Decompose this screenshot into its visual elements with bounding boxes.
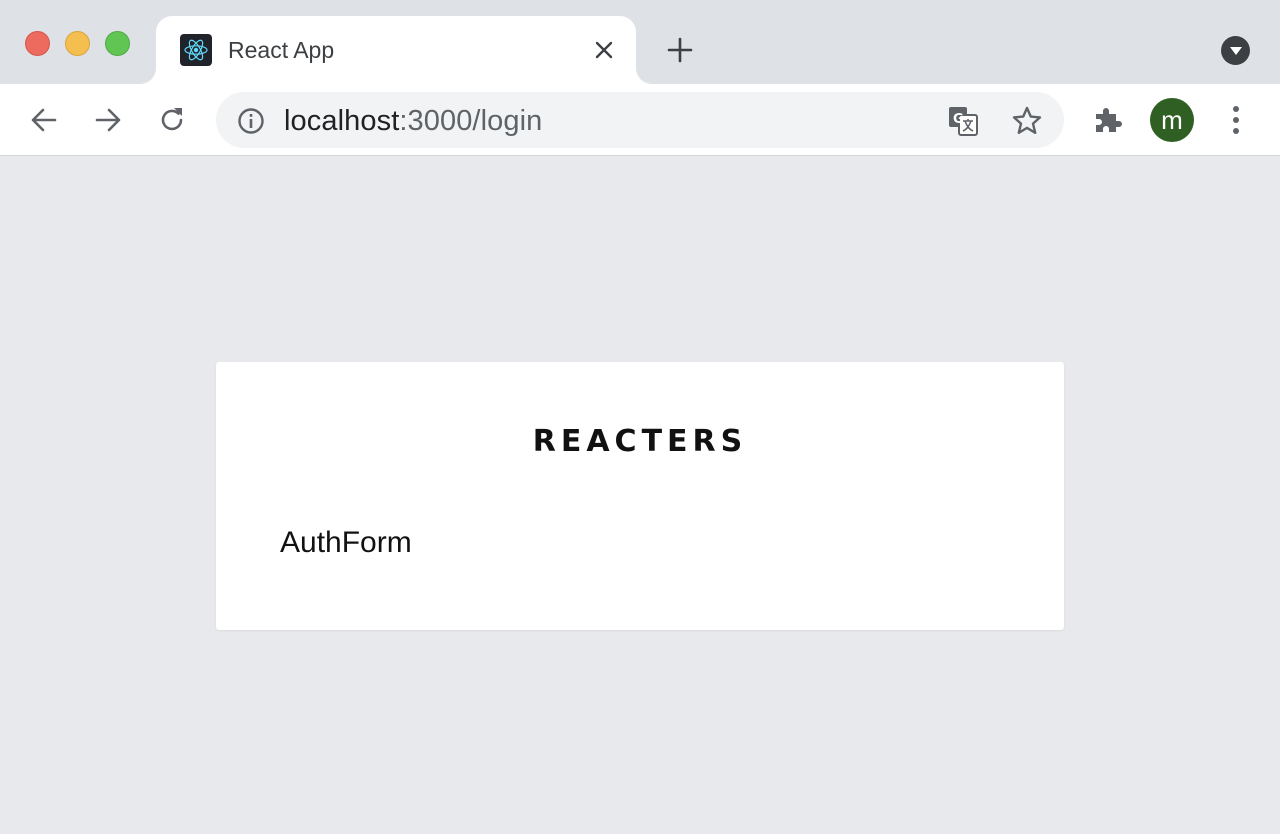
translate-icon[interactable]: G	[946, 104, 980, 138]
reload-button[interactable]	[152, 100, 192, 140]
url-text[interactable]: localhost:3000/login	[284, 105, 542, 138]
plus-icon	[667, 37, 693, 63]
svg-text:G: G	[953, 112, 964, 127]
tab-react-app[interactable]: React App	[156, 16, 636, 84]
tab-strip: React App	[0, 0, 1280, 84]
close-icon[interactable]	[590, 36, 618, 64]
reload-icon	[161, 108, 183, 131]
tab-title: React App	[228, 37, 335, 63]
page-title: REACTERS	[532, 424, 748, 459]
menu-button[interactable]	[1216, 100, 1256, 140]
bookmark-star-icon[interactable]	[1010, 104, 1044, 138]
close-window-button[interactable]	[25, 31, 50, 56]
browser-window: React App localhost:3000/login G m REACT…	[0, 0, 1280, 834]
auth-card: REACTERS AuthForm	[216, 362, 1064, 630]
forward-button[interactable]	[88, 100, 128, 140]
page-viewport: REACTERS AuthForm	[0, 157, 1280, 834]
chevron-down-icon	[1229, 46, 1242, 55]
more-vertical-icon	[1233, 106, 1239, 134]
react-logo-icon	[180, 34, 212, 66]
auth-form-placeholder: AuthForm	[280, 526, 412, 559]
avatar[interactable]: m	[1150, 98, 1194, 142]
puzzle-icon	[1096, 108, 1122, 132]
tab-search-button[interactable]	[1221, 36, 1250, 65]
extensions-button[interactable]	[1088, 100, 1128, 140]
arrow-right-icon	[95, 108, 121, 132]
zoom-window-button[interactable]	[105, 31, 130, 56]
new-tab-button[interactable]	[662, 32, 698, 68]
browser-toolbar: localhost:3000/login G m	[0, 84, 1280, 156]
arrow-left-icon	[31, 108, 57, 132]
url-path: :3000/login	[399, 105, 543, 137]
url-host: localhost	[284, 105, 400, 137]
minimize-window-button[interactable]	[65, 31, 90, 56]
info-icon[interactable]	[236, 106, 266, 136]
address-bar[interactable]: localhost:3000/login G	[216, 92, 1064, 148]
back-button[interactable]	[24, 100, 64, 140]
